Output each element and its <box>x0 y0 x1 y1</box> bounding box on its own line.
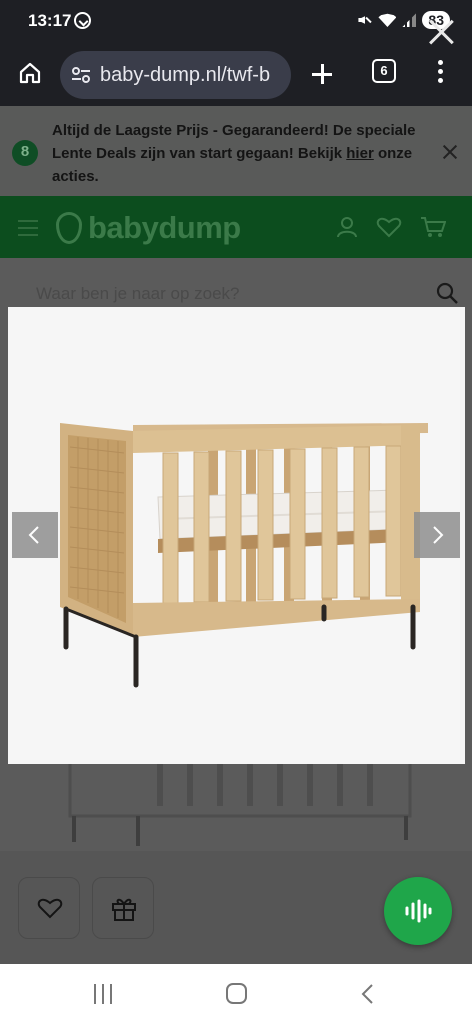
gift-button[interactable] <box>92 877 154 939</box>
promo-text: Altijd de Laagste Prijs - Gegarandeerd! … <box>52 119 422 188</box>
system-nav-bar <box>0 964 472 1024</box>
back-icon[interactable] <box>360 984 376 1004</box>
close-icon[interactable] <box>442 144 458 160</box>
gallery-prev-button[interactable] <box>12 512 58 558</box>
home-icon[interactable] <box>18 61 42 85</box>
status-bar: 13:17 83 <box>0 0 472 44</box>
menu-icon[interactable] <box>438 60 444 86</box>
url-text: baby-dump.nl/twf-b <box>100 63 271 86</box>
whatsapp-icon <box>74 12 91 29</box>
voice-assistant-button[interactable] <box>384 877 452 945</box>
gallery-next-button[interactable] <box>414 512 460 558</box>
user-icon[interactable] <box>336 216 358 238</box>
image-lightbox <box>8 307 465 764</box>
plus-icon[interactable] <box>310 62 334 86</box>
site-header: babydump <box>0 196 472 258</box>
signal-icon <box>402 13 417 27</box>
tabs-button[interactable]: 6 <box>372 59 396 83</box>
chevron-left-icon <box>28 526 39 544</box>
brand-name: babydump <box>88 210 241 245</box>
tune-icon[interactable] <box>70 64 92 86</box>
home-nav-icon[interactable] <box>226 983 247 1004</box>
gift-icon <box>112 898 136 921</box>
search-input[interactable]: Waar ben je naar op zoek? <box>36 284 240 304</box>
search-row: Waar ben je naar op zoek? <box>0 258 472 308</box>
wishlist-button[interactable] <box>18 877 80 939</box>
logo-mark <box>56 212 82 244</box>
recents-icon[interactable] <box>94 984 114 1004</box>
chevron-right-icon <box>433 526 444 544</box>
browser-toolbar: baby-dump.nl/twf-b 6 <box>0 44 472 106</box>
crib-image <box>8 307 465 764</box>
cart-icon[interactable] <box>420 216 446 238</box>
brand-logo[interactable]: babydump <box>56 210 241 246</box>
search-icon[interactable] <box>436 282 458 304</box>
sound-wave-icon <box>405 899 432 923</box>
mute-icon <box>356 12 372 28</box>
wifi-icon <box>378 13 397 27</box>
close-lightbox-icon[interactable] <box>428 18 456 46</box>
heart-icon <box>37 898 63 919</box>
promo-icon <box>12 140 38 166</box>
promo-banner: Altijd de Laagste Prijs - Gegarandeerd! … <box>0 106 472 196</box>
address-bar[interactable]: baby-dump.nl/twf-b <box>60 51 291 99</box>
promo-link[interactable]: hier <box>346 145 374 162</box>
status-time: 13:17 <box>28 11 72 30</box>
hamburger-icon[interactable] <box>18 220 38 236</box>
heart-icon[interactable] <box>376 216 402 238</box>
